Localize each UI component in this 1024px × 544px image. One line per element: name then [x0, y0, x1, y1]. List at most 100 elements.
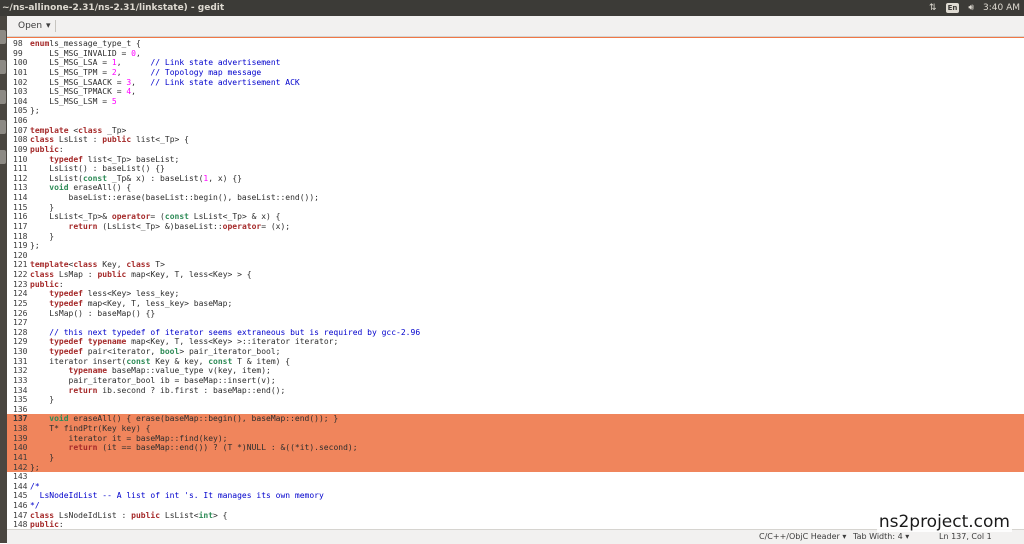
line-number: 122 — [13, 270, 28, 279]
line-number: 116 — [13, 212, 28, 222]
launcher-app-icon[interactable] — [0, 90, 6, 104]
launcher-app-icon[interactable] — [0, 30, 6, 44]
code-line[interactable]: 116 LsList<_Tp>& operator= (const LsList… — [7, 212, 1024, 222]
launcher-app-icon[interactable] — [0, 120, 6, 134]
code-line[interactable]: 130 typedef pair<iterator, bool> pair_it… — [7, 347, 1024, 357]
line-number: 111 — [13, 164, 28, 174]
open-button[interactable]: Open ▾ — [15, 19, 59, 33]
code-line[interactable]: 125 typedef map<Key, T, less_key> baseMa… — [7, 299, 1024, 309]
code-line[interactable]: 106 — [7, 116, 1024, 126]
code-line[interactable]: 119}; — [7, 241, 1024, 251]
code-line[interactable]: 145 LsNodeIdList -- A list of int 's. It… — [7, 491, 1024, 501]
code-line[interactable]: 113 void eraseAll() { — [7, 183, 1024, 193]
code-token: public — [131, 510, 161, 520]
code-token: LsNodeIdList : — [54, 510, 132, 520]
code-line[interactable]: 117 return (LsList<_Tp> &)baseList::oper… — [7, 222, 1024, 232]
code-token: , — [131, 77, 151, 87]
code-line[interactable]: 143 — [7, 472, 1024, 482]
clock[interactable]: 3:40 AM — [983, 0, 1020, 16]
code-line[interactable]: 122 class LsMap : public map<Key, T, less… — [7, 270, 1024, 280]
code-line[interactable]: 126 LsMap() : baseMap() {} — [7, 309, 1024, 319]
code-token: enum — [30, 39, 50, 48]
code-line[interactable]: 142}; — [7, 462, 1024, 473]
network-icon[interactable]: ⇅ — [929, 0, 937, 16]
code-line[interactable]: 100 LS_MSG_LSA = 1, // Link state advert… — [7, 58, 1024, 68]
line-code: LS_MSG_TPM = 2, // Topology map message — [30, 68, 261, 77]
code-line[interactable]: 140 return (it == baseMap::end()) ? (T *… — [7, 443, 1024, 453]
code-token: Key, — [97, 260, 127, 270]
code-line[interactable]: 136 — [7, 405, 1024, 415]
launcher-app-icon[interactable] — [0, 150, 6, 164]
code-line[interactable]: 104 LS_MSG_LSM = 5 — [7, 97, 1024, 107]
code-line[interactable]: 133 pair_iterator_bool ib = baseMap::ins… — [7, 376, 1024, 386]
code-line[interactable]: 134 return ib.second ? ib.first : baseMa… — [7, 386, 1024, 396]
code-line[interactable]: 107 template <class _Tp> — [7, 126, 1024, 136]
code-line[interactable]: 128 // this next typedef of iterator see… — [7, 328, 1024, 338]
code-token: class — [30, 270, 55, 279]
code-line[interactable]: 103 LS_MSG_TPMACK = 4, — [7, 87, 1024, 97]
code-token: LsList< — [160, 510, 199, 520]
code-token: , x) {} — [208, 173, 242, 183]
code-line[interactable]: 141 } — [7, 452, 1024, 463]
code-line[interactable]: 105}; — [7, 106, 1024, 116]
code-token: } — [30, 452, 55, 462]
line-code: // this next typedef of iterator seems e… — [30, 328, 420, 337]
code-line[interactable]: 124 typedef less<Key> less_key; — [7, 289, 1024, 299]
line-number: 103 — [13, 87, 28, 97]
code-token: baseList::erase(baseList::begin(), baseL… — [30, 193, 319, 202]
code-line[interactable]: 118 } — [7, 232, 1024, 242]
code-line[interactable]: 114 baseList::erase(baseList::begin(), b… — [7, 193, 1024, 203]
code-line[interactable]: 138 T* findPtr(Key key) { — [7, 424, 1024, 434]
line-number: 121 — [13, 260, 28, 270]
window-title: ~/ns-allinone-2.31/ns-2.31/linkstate) - … — [2, 3, 225, 13]
code-line[interactable]: 121 template<class Key, class T> — [7, 260, 1024, 270]
code-line[interactable]: 135 } — [7, 395, 1024, 405]
code-line[interactable]: 108 class LsList : public list<_Tp> { — [7, 135, 1024, 145]
keyboard-layout-indicator[interactable]: En — [945, 3, 960, 13]
tab-width-selector[interactable]: Tab Width: 4 ▾ — [853, 530, 909, 544]
code-token: // Topology map message — [150, 67, 262, 77]
line-code: baseList::erase(baseList::begin(), baseL… — [30, 193, 319, 202]
code-line[interactable]: 110 typedef list<_Tp> baseList; — [7, 155, 1024, 165]
line-number: 118 — [13, 231, 28, 241]
code-token: , — [116, 58, 151, 68]
volume-icon[interactable]: 🔊︎ — [968, 0, 974, 16]
code-line[interactable]: 144/* — [7, 482, 1024, 492]
line-code: LsList<_Tp>& operator= (const LsList<_Tp… — [30, 212, 280, 221]
code-line[interactable]: 127 — [7, 318, 1024, 328]
line-code: class LsNodeIdList : public LsList<int> … — [30, 511, 228, 520]
code-editor[interactable]: 98 enumls_message_type_t {99 LS_MSG_INVAL… — [7, 39, 1024, 529]
launcher-app-icon[interactable] — [0, 60, 6, 74]
code-line[interactable]: 98 enumls_message_type_t { — [7, 39, 1024, 49]
line-number: 130 — [13, 347, 28, 356]
code-line[interactable]: 147 class LsNodeIdList : public LsList<in… — [7, 511, 1024, 521]
line-number: 129 — [13, 337, 28, 347]
code-line[interactable]: 129 typedef typename map<Key, T, less<Ke… — [7, 337, 1024, 347]
chevron-down-icon: ▾ — [46, 21, 51, 31]
code-token: : — [58, 279, 64, 289]
code-line[interactable]: 148 public: — [7, 520, 1024, 529]
line-code: LsList() : baseList() {} — [30, 164, 165, 173]
tab-width-label: Tab Width: 4 — [853, 532, 903, 541]
code-line[interactable]: 120 — [7, 251, 1024, 261]
code-line[interactable]: 132 typename baseMap::value_type v(key, … — [7, 366, 1024, 376]
code-token: 5 — [111, 96, 117, 106]
code-line[interactable]: 101 LS_MSG_TPM = 2, // Topology map mess… — [7, 68, 1024, 78]
code-line[interactable]: 111 LsList() : baseList() {} — [7, 164, 1024, 174]
language-selector[interactable]: C/C++/ObjC Header ▾ — [759, 530, 846, 544]
line-number: 127 — [13, 318, 28, 328]
line-number: 107 — [13, 125, 28, 135]
code-line[interactable]: 139 iterator it = baseMap::find(key); — [7, 433, 1024, 444]
code-line[interactable]: 109 public: — [7, 145, 1024, 155]
code-line[interactable]: 112 LsList(const _Tp& x) : baseList(1, x… — [7, 174, 1024, 184]
code-line[interactable]: 131 iterator insert(const Key & key, con… — [7, 357, 1024, 367]
chevron-down-icon: ▾ — [842, 532, 847, 541]
chevron-down-icon: ▾ — [905, 532, 910, 541]
code-line[interactable]: 137 void eraseAll() { erase(baseMap::beg… — [7, 414, 1024, 424]
code-line[interactable]: 123 public: — [7, 280, 1024, 290]
code-line[interactable]: 99 LS_MSG_INVALID = 0, — [7, 49, 1024, 59]
code-line[interactable]: 102 LS_MSG_LSAACK = 3, // Link state adv… — [7, 78, 1024, 88]
code-token: void — [49, 414, 69, 424]
code-line[interactable]: 115 } — [7, 203, 1024, 213]
code-line[interactable]: 146 */ — [7, 501, 1024, 511]
